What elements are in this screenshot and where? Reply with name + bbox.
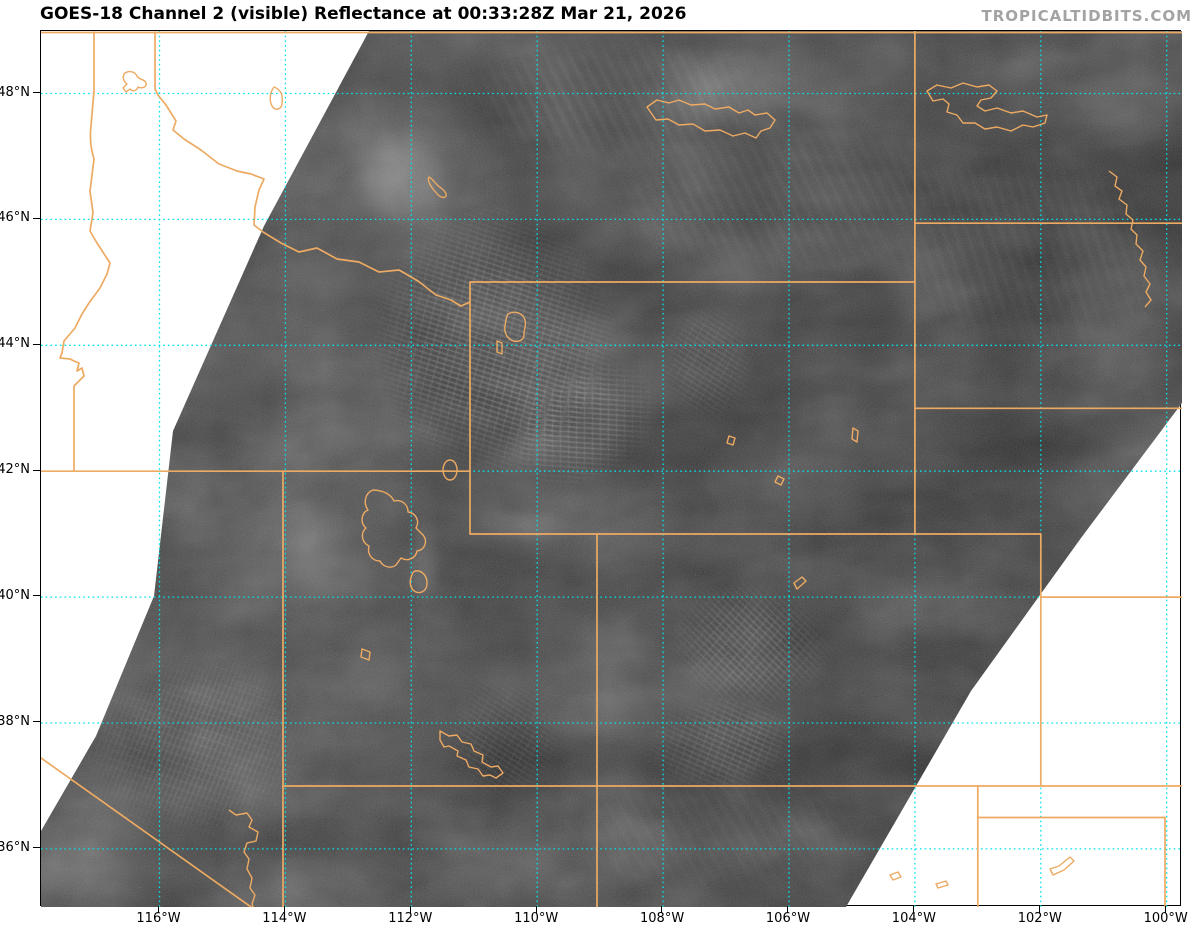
y-tick-label: 42°N (0, 462, 30, 478)
lakes-and-rivers (123, 72, 1151, 907)
x-tick-label: 106°W (756, 911, 820, 927)
y-tick-label: 44°N (0, 336, 30, 352)
x-tick-label: 116°W (127, 911, 191, 927)
map-overlay (41, 31, 1182, 907)
y-tick-mark (33, 470, 40, 471)
x-tick-label: 108°W (630, 911, 694, 927)
x-tick-label: 110°W (504, 911, 568, 927)
y-tick-mark (33, 218, 40, 219)
y-tick-label: 46°N (0, 210, 30, 226)
tropicaltidbits-watermark: TROPICALTIDBITS.COM (982, 7, 1193, 25)
y-tick-label: 48°N (0, 85, 30, 101)
y-tick-mark (33, 92, 40, 93)
map-plot-area (40, 30, 1181, 906)
x-tick-label: 112°W (378, 911, 442, 927)
y-tick-mark (33, 847, 40, 848)
y-tick-mark (33, 344, 40, 345)
satellite-figure: GOES-18 Channel 2 (visible) Reflectance … (0, 0, 1200, 929)
figure-title: GOES-18 Channel 2 (visible) Reflectance … (40, 4, 686, 24)
y-tick-label: 38°N (0, 714, 30, 730)
y-tick-label: 36°N (0, 840, 30, 856)
y-tick-mark (33, 721, 40, 722)
latlon-gridlines (41, 31, 1182, 907)
x-tick-label: 102°W (1008, 911, 1072, 927)
y-tick-label: 40°N (0, 588, 30, 604)
x-tick-label: 114°W (252, 911, 316, 927)
x-tick-label: 104°W (882, 911, 946, 927)
x-tick-label: 100°W (1134, 911, 1198, 927)
state-borders (41, 31, 1182, 907)
y-tick-mark (33, 595, 40, 596)
